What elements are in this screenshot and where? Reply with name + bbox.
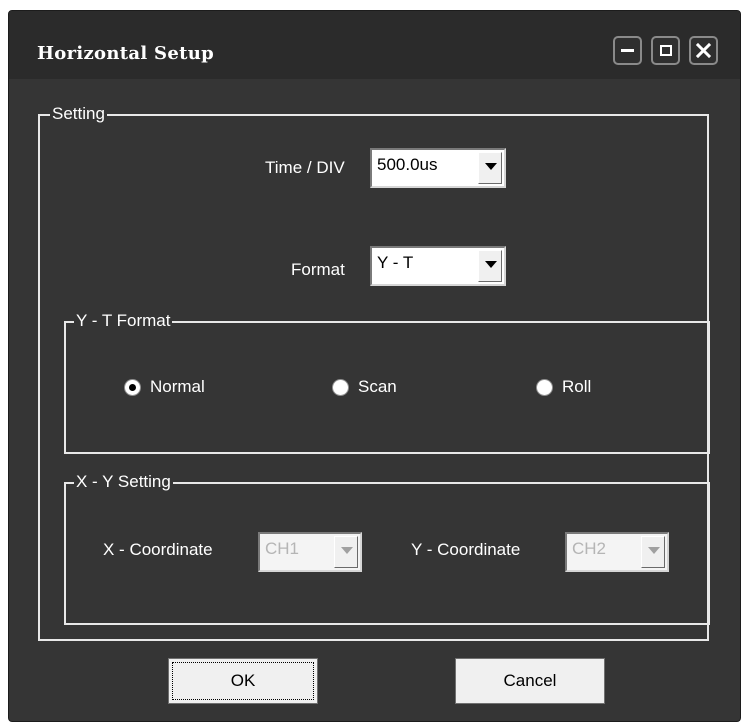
- yt-format-group-label: Y - T Format: [74, 311, 173, 330]
- setting-group-label: Setting: [50, 104, 107, 123]
- radio-normal-indicator[interactable]: [124, 378, 141, 396]
- window-title: Horizontal Setup: [37, 43, 214, 64]
- minimize-button[interactable]: [613, 36, 642, 65]
- time-div-value: 500.0us: [377, 155, 438, 174]
- x-coordinate-select[interactable]: CH1: [258, 532, 362, 572]
- setting-group: Setting Time / DIV 500.0us Format Y - T …: [38, 105, 710, 641]
- title-bar[interactable]: Horizontal Setup: [9, 11, 740, 79]
- time-div-select[interactable]: 500.0us: [370, 148, 506, 188]
- time-div-label: Time / DIV: [265, 158, 345, 177]
- radio-roll-indicator[interactable]: [536, 378, 553, 396]
- close-button[interactable]: [689, 36, 718, 65]
- horizontal-setup-dialog: Horizontal Setup Setting Time / DIV 500.…: [8, 10, 741, 722]
- y-coordinate-label: Y - Coordinate: [411, 540, 521, 559]
- radio-scan-indicator[interactable]: [332, 378, 349, 396]
- ok-button[interactable]: OK: [168, 658, 318, 704]
- close-icon: [696, 43, 711, 58]
- radio-normal[interactable]: Normal: [124, 377, 205, 397]
- xy-setting-group: X - Y Setting X - Coordinate CH1 Y - Coo…: [64, 473, 710, 625]
- format-value: Y - T: [377, 253, 414, 272]
- chevron-down-icon[interactable]: [478, 152, 502, 184]
- format-label: Format: [291, 260, 345, 279]
- chevron-down-icon[interactable]: [334, 536, 358, 568]
- radio-roll[interactable]: Roll: [536, 377, 591, 397]
- radio-scan[interactable]: Scan: [332, 377, 397, 397]
- format-select[interactable]: Y - T: [370, 246, 506, 286]
- radio-normal-label: Normal: [150, 377, 205, 396]
- maximize-button[interactable]: [651, 36, 680, 65]
- cancel-button-label: Cancel: [503, 671, 557, 690]
- y-coordinate-select[interactable]: CH2: [565, 532, 669, 572]
- chevron-down-icon[interactable]: [641, 536, 665, 568]
- radio-scan-label: Scan: [358, 377, 397, 396]
- radio-roll-label: Roll: [562, 377, 592, 396]
- yt-format-group: Y - T Format Normal Scan Roll: [64, 312, 710, 454]
- x-coordinate-label: X - Coordinate: [103, 540, 213, 559]
- focus-ring: [172, 662, 314, 700]
- cancel-button[interactable]: Cancel: [455, 658, 605, 704]
- x-coordinate-value: CH1: [265, 539, 300, 558]
- xy-setting-group-label: X - Y Setting: [74, 472, 173, 491]
- chevron-down-icon[interactable]: [478, 250, 502, 282]
- y-coordinate-value: CH2: [572, 539, 607, 558]
